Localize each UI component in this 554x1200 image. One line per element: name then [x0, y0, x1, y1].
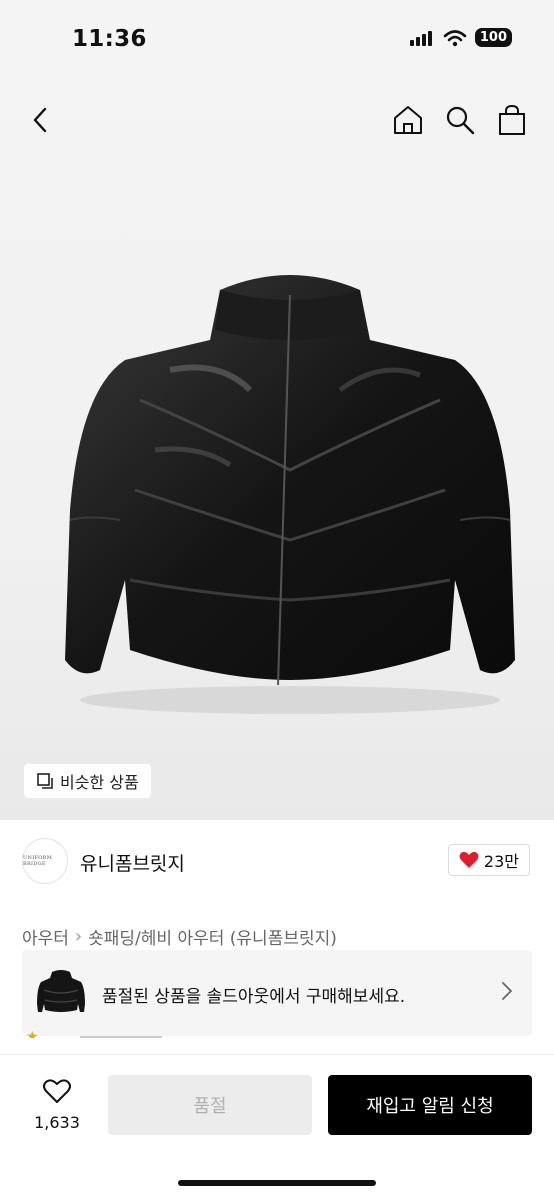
- search-button[interactable]: [440, 100, 480, 140]
- wifi-icon: [443, 29, 467, 46]
- brand-row: UNIFORM BRIDGE 유니폼브릿지 23만: [0, 832, 554, 892]
- restock-alert-button[interactable]: 재입고 알림 신청: [328, 1075, 532, 1135]
- heart-outline-icon: [43, 1079, 71, 1103]
- cart-button[interactable]: [492, 100, 532, 140]
- status-time: 11:36: [72, 26, 147, 52]
- wishlist-count: 1,633: [34, 1113, 80, 1132]
- partial-divider: [80, 1036, 162, 1038]
- bag-icon: [499, 104, 525, 135]
- top-nav: [0, 90, 554, 150]
- heart-filled-icon: [459, 851, 479, 868]
- home-indicator: [178, 1180, 376, 1186]
- home-icon: [394, 106, 422, 134]
- brand-logo-text: UNIFORM BRIDGE: [23, 855, 53, 867]
- soldout-banner-text: 품절된 상품을 솔드아웃에서 구매해보세요.: [102, 987, 406, 1007]
- soldout-banner[interactable]: 품절된 상품을 솔드아웃에서 구매해보세요.: [22, 950, 532, 1036]
- status-bar: 11:36 100: [0, 0, 554, 82]
- soldout-button: 품절: [108, 1075, 312, 1135]
- product-image-jacket: [65, 275, 515, 714]
- breadcrumb-category[interactable]: 아우터: [22, 924, 69, 949]
- brand-logo[interactable]: UNIFORM BRIDGE: [22, 838, 68, 884]
- similar-products-label: 비슷한 상품: [60, 773, 139, 792]
- bottom-action-bar: 1,633 품절 재입고 알림 신청: [0, 1054, 554, 1200]
- brand-like-count: 23만: [483, 852, 519, 871]
- status-icons: 100: [409, 28, 512, 47]
- breadcrumb-separator-icon: ›: [74, 926, 83, 947]
- battery-indicator: 100: [474, 28, 512, 47]
- soldout-thumbnail: [37, 970, 85, 1012]
- brand-name[interactable]: 유니폼브릿지: [80, 849, 185, 876]
- chevron-left-icon: [33, 107, 47, 133]
- breadcrumb: 아우터 › 숏패딩/헤비 아우터 (유니폼브릿지): [22, 924, 337, 949]
- rating-star-icon: ★: [26, 1030, 39, 1038]
- breadcrumb-subcategory[interactable]: 숏패딩/헤비 아우터 (유니폼브릿지): [88, 924, 337, 949]
- wishlist-button[interactable]: 1,633: [30, 1077, 84, 1132]
- copy-icon: [37, 773, 53, 789]
- signal-icon: [409, 30, 432, 46]
- back-button[interactable]: [20, 100, 60, 140]
- chevron-right-icon: [502, 982, 512, 1000]
- search-icon: [446, 106, 475, 135]
- home-button[interactable]: [388, 100, 428, 140]
- brand-like-button[interactable]: 23만: [447, 844, 530, 876]
- similar-products-button[interactable]: 비슷한 상품: [24, 764, 151, 798]
